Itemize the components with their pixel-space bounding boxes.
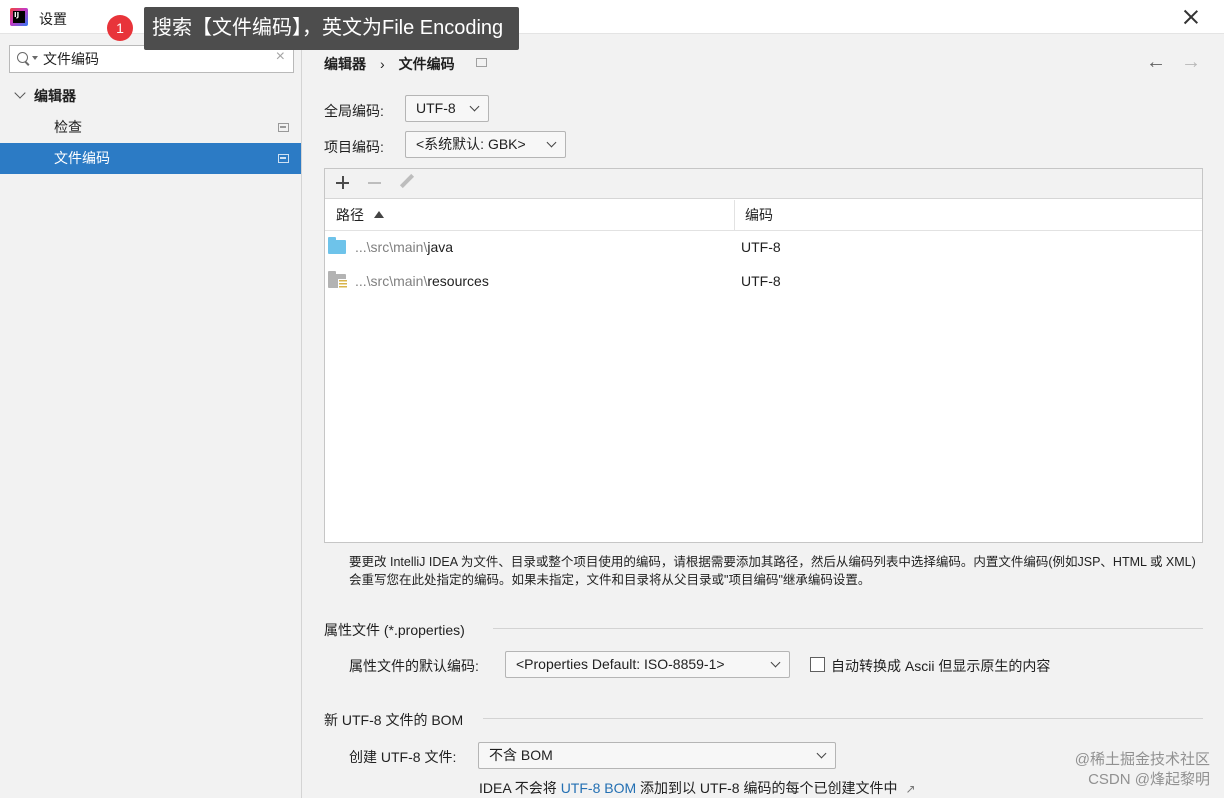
table-header: 路径 编码	[325, 200, 1202, 231]
search-icon[interactable]	[17, 52, 31, 66]
create-utf8-label: 创建 UTF-8 文件:	[349, 749, 457, 765]
project-scope-icon	[278, 154, 289, 163]
utf8-bom-link[interactable]: UTF-8 BOM	[561, 780, 636, 796]
section-divider	[493, 628, 1203, 629]
properties-encoding-select[interactable]: <Properties Default: ISO-8859-1>	[505, 651, 790, 678]
encoding-cell[interactable]: UTF-8	[741, 239, 781, 255]
tree-group-editor[interactable]: 编辑器	[0, 81, 301, 112]
step-badge: 1	[107, 15, 133, 41]
project-scope-icon	[476, 58, 487, 67]
table-row[interactable]: ...\src\main\java UTF-8	[325, 231, 1202, 265]
project-encoding-label: 项目编码:	[324, 139, 384, 155]
encoding-help-text: 要更改 IntelliJ IDEA 为文件、目录或整个项目使用的编码，请根据需要…	[349, 555, 1196, 587]
properties-default-label: 属性文件的默认编码:	[349, 658, 479, 674]
project-scope-icon	[278, 123, 289, 132]
add-icon[interactable]	[332, 172, 354, 194]
path-encoding-table: 路径 编码 ...\src\main\java UTF-8 ...\src\ma…	[324, 168, 1203, 543]
resources-folder-icon	[328, 271, 348, 290]
sort-ascending-icon[interactable]	[374, 211, 384, 218]
properties-section-title: 属性文件 (*.properties)	[324, 622, 465, 638]
search-history-icon[interactable]	[32, 56, 38, 60]
path-prefix: ...\src\main\	[355, 273, 428, 289]
watermark-line-1: @稀土掘金技术社区	[1074, 751, 1210, 768]
intellij-logo-icon: IJ	[10, 8, 28, 26]
source-folder-icon	[328, 237, 346, 254]
column-header-path[interactable]: 路径	[336, 200, 364, 230]
section-divider	[483, 718, 1203, 719]
chevron-down-icon	[546, 137, 557, 148]
breadcrumb-parent[interactable]: 编辑器	[324, 56, 366, 72]
chevron-down-icon[interactable]	[14, 87, 26, 99]
breadcrumb-current: 文件编码	[398, 56, 455, 72]
global-encoding-value: UTF-8	[416, 100, 456, 116]
column-divider[interactable]	[734, 200, 735, 230]
settings-search-input[interactable]	[43, 49, 268, 69]
bom-note-suffix: 添加到以 UTF-8 编码的每个已创建文件中	[636, 780, 898, 796]
remove-icon[interactable]	[364, 172, 386, 194]
project-encoding-select[interactable]: <系统默认: GBK>	[405, 131, 566, 158]
column-header-encoding[interactable]: 编码	[745, 200, 773, 230]
settings-sidebar: × 编辑器 检查 文件编码	[0, 35, 302, 798]
table-row[interactable]: ...\src\main\resources UTF-8	[325, 265, 1202, 299]
sidebar-item-file-encodings[interactable]: 文件编码	[0, 143, 301, 174]
bom-section-title: 新 UTF-8 文件的 BOM	[324, 712, 464, 728]
clear-search-icon[interactable]: ×	[276, 48, 285, 66]
path-cell: ...\src\main\java	[355, 239, 453, 255]
bom-note: IDEA 不会将 UTF-8 BOM 添加到以 UTF-8 编码的每个已创建文件…	[479, 778, 916, 798]
table-toolbar	[325, 169, 1202, 199]
external-link-icon[interactable]: ↗	[905, 782, 915, 796]
forward-arrow-icon[interactable]: →	[1181, 51, 1201, 74]
global-encoding-label: 全局编码:	[324, 103, 384, 119]
breadcrumb-separator: ›	[380, 56, 385, 72]
path-cell: ...\src\main\resources	[355, 273, 489, 289]
chevron-down-icon	[469, 101, 480, 112]
project-encoding-value: <系统默认: GBK>	[416, 136, 526, 152]
watermark: @稀土掘金技术社区 CSDN @烽起黎明	[1075, 750, 1210, 790]
edit-icon[interactable]	[396, 172, 418, 194]
ascii-conversion-label[interactable]: 自动转换成 Ascii 但显示原生的内容	[831, 656, 1050, 676]
sidebar-item-label: 文件编码	[54, 150, 110, 166]
tree-group-label: 编辑器	[34, 88, 76, 104]
bom-select[interactable]: 不含 BOM	[478, 742, 836, 769]
bom-select-value: 不含 BOM	[489, 747, 553, 763]
path-name: resources	[427, 273, 489, 289]
sidebar-item-label: 检查	[54, 119, 82, 135]
logo-text: IJ	[13, 11, 25, 23]
breadcrumb: 编辑器 › 文件编码	[324, 54, 455, 74]
bom-note-prefix: IDEA 不会将	[479, 780, 561, 796]
settings-content: 编辑器 › 文件编码 ← → 全局编码: UTF-8 项目编码: <系统默认: GB…	[303, 35, 1224, 798]
chevron-down-icon	[770, 657, 781, 668]
path-name: java	[427, 239, 454, 255]
sidebar-item-inspections[interactable]: 检查	[0, 112, 301, 143]
watermark-line-2: CSDN @烽起黎明	[1088, 771, 1210, 788]
ascii-conversion-checkbox[interactable]	[810, 657, 825, 672]
back-arrow-icon[interactable]: ←	[1146, 51, 1166, 74]
close-icon[interactable]	[1180, 6, 1202, 28]
encoding-cell[interactable]: UTF-8	[741, 273, 781, 289]
window-title: 设置	[39, 11, 67, 27]
chevron-down-icon	[816, 748, 827, 759]
annotation-callout: 搜索【文件编码】，英文为File Encoding	[144, 7, 520, 50]
properties-encoding-value: <Properties Default: ISO-8859-1>	[516, 656, 725, 672]
global-encoding-select[interactable]: UTF-8	[405, 95, 489, 122]
path-prefix: ...\src\main\	[355, 239, 428, 255]
